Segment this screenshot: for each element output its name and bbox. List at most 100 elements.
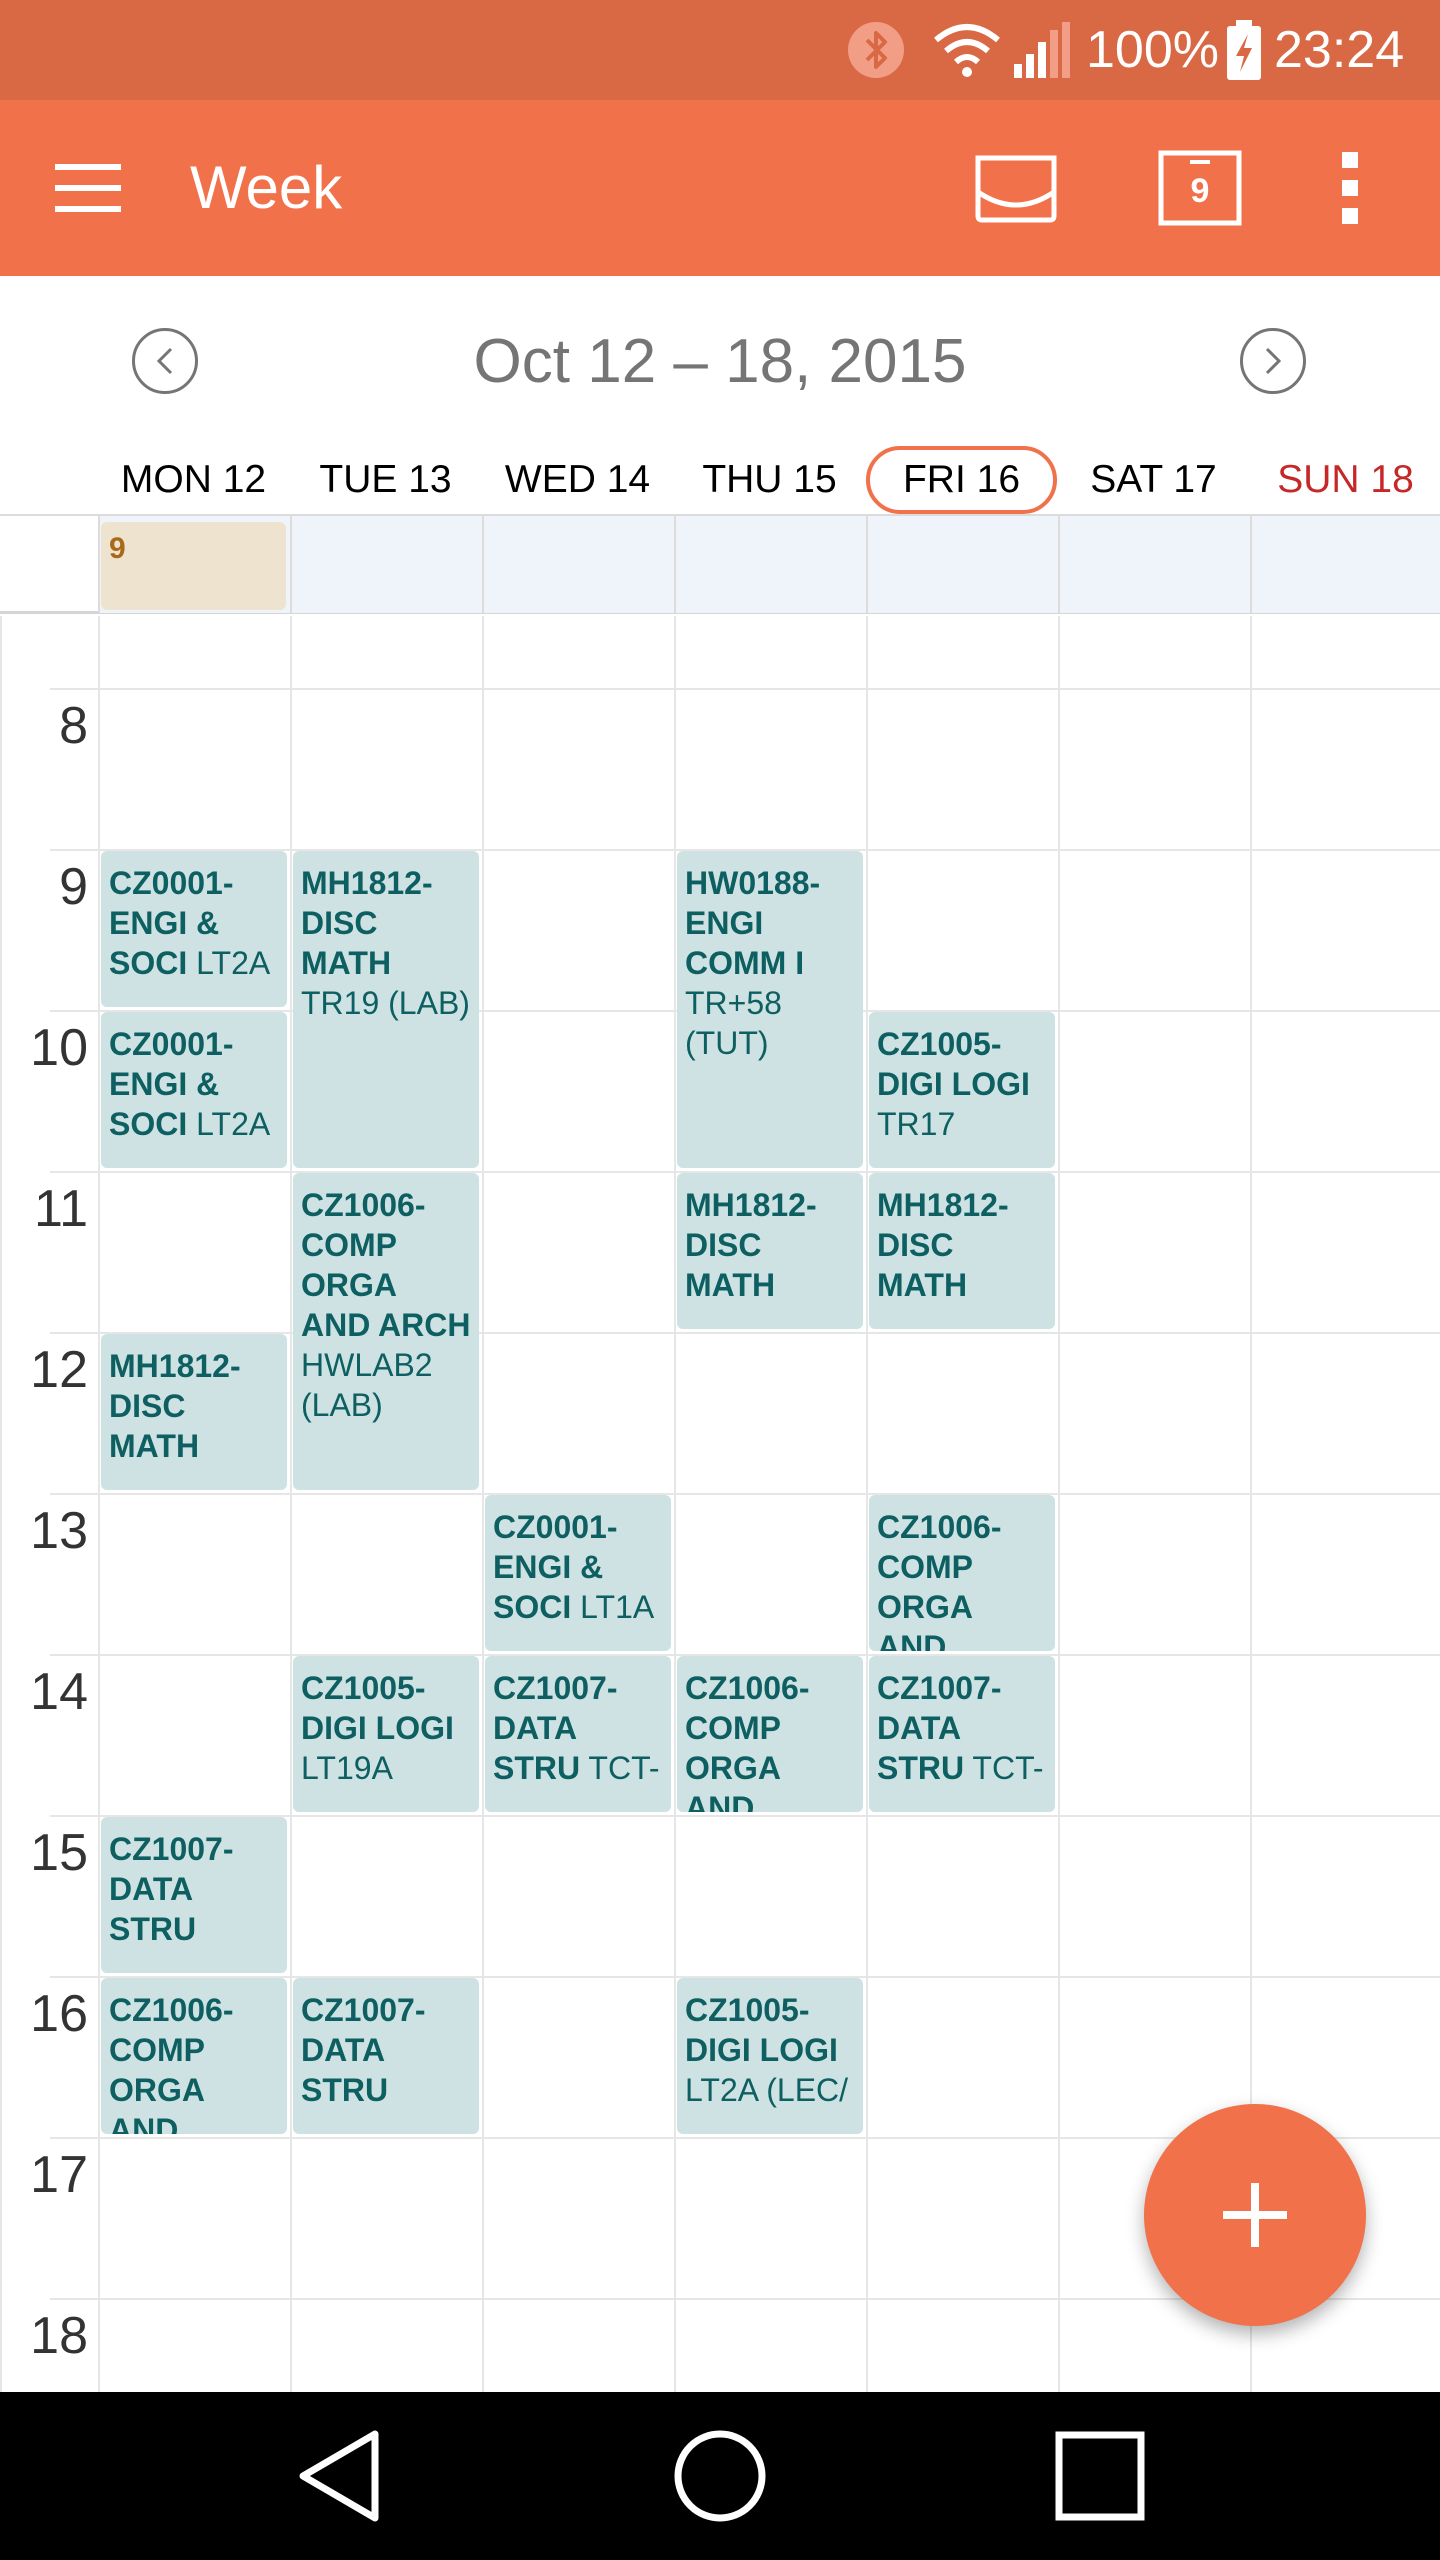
event-location: LT2A (LEC/ xyxy=(685,2072,849,2108)
day-gridline xyxy=(674,616,676,2392)
event-title: DIGI LOGI xyxy=(877,1066,1030,1102)
all-day-row: 9 xyxy=(0,514,1440,614)
event-title: COMP ORGA AND xyxy=(685,1710,781,1812)
bluetooth-icon xyxy=(846,0,906,100)
hour-label: 14 xyxy=(30,1663,88,1721)
hour-gridline xyxy=(50,1493,1440,1495)
inbox-icon[interactable] xyxy=(966,138,1066,238)
event-block[interactable]: CZ1005- DIGI LOGI LT2A (LEC/ xyxy=(677,1978,863,2134)
signal-icon xyxy=(1012,0,1072,100)
event-title: DISC MATH xyxy=(109,1388,200,1464)
hour-label: 15 xyxy=(30,1824,88,1882)
hour-label: 10 xyxy=(30,1019,88,1077)
hour-label: 11 xyxy=(34,1180,88,1238)
event-title: DIGI LOGI xyxy=(301,1710,454,1746)
hour-label: 16 xyxy=(30,1985,88,2043)
day-label-3[interactable]: THU 15 xyxy=(674,446,865,514)
event-block[interactable]: CZ1006- COMP ORGA AND ARCH HWLAB2 (LAB) xyxy=(293,1173,479,1490)
event-location: TCT- xyxy=(588,1750,660,1786)
event-block[interactable]: MH1812- DISC MATH xyxy=(101,1334,287,1490)
hour-label: 8 xyxy=(59,697,88,755)
hour-label: 9 xyxy=(59,858,88,916)
app-bar: Week 9 xyxy=(0,100,1440,276)
event-location: LT1A xyxy=(580,1589,655,1625)
event-title: DATA STRU xyxy=(301,2032,389,2108)
week-range[interactable]: Oct 12 – 18, 2015 xyxy=(0,326,1440,397)
event-block[interactable]: CZ1005- DIGI LOGI TR17 xyxy=(869,1012,1055,1168)
day-label-6[interactable]: SUN 18 xyxy=(1250,446,1440,514)
all-day-cell[interactable] xyxy=(866,516,1058,613)
event-code: CZ1007- xyxy=(493,1670,618,1706)
all-day-cell[interactable] xyxy=(482,516,674,613)
event-location: LT2A xyxy=(196,945,271,981)
event-title: DISC MATH xyxy=(685,1227,776,1303)
day-gridline xyxy=(482,616,484,2392)
event-code: CZ1007- xyxy=(301,1992,426,2028)
plus-icon xyxy=(1223,2183,1287,2247)
event-code: CZ1005- xyxy=(301,1670,426,1706)
event-block[interactable]: CZ1007- DATA STRU xyxy=(293,1978,479,2134)
back-icon[interactable] xyxy=(240,2392,440,2560)
day-header-row: MON 12 TUE 13 WED 14 THU 15 FRI 16 SAT 17 SUN … xyxy=(0,446,1440,514)
event-block[interactable]: CZ0001- ENGI & SOCI LT1A xyxy=(485,1495,671,1651)
day-label-4[interactable]: FRI 16 xyxy=(866,446,1057,514)
status-bar: 100% 23:24 xyxy=(0,0,1440,100)
menu-icon[interactable] xyxy=(38,138,138,238)
event-location: HWLAB2 (LAB) xyxy=(301,1347,433,1423)
event-title: DATA STRU xyxy=(493,1710,581,1786)
event-block[interactable]: CZ1005- DIGI LOGI LT19A xyxy=(293,1656,479,1812)
hour-label: 12 xyxy=(30,1341,88,1399)
event-block[interactable]: MH1812- DISC MATH TR19 (LAB) xyxy=(293,851,479,1168)
event-location: LT2A xyxy=(196,1106,271,1142)
event-code: CZ1006- xyxy=(301,1187,426,1223)
event-title: ENGI COMM I xyxy=(685,905,805,981)
all-day-cell[interactable] xyxy=(674,516,866,613)
day-label-0[interactable]: MON 12 xyxy=(98,446,289,514)
event-block[interactable]: CZ1007- DATA STRU xyxy=(101,1817,287,1973)
event-code: CZ1006- xyxy=(109,1992,234,2028)
event-code: CZ0001- xyxy=(109,1026,234,1062)
event-title: COMP ORGA AND xyxy=(877,1549,973,1651)
event-code: CZ0001- xyxy=(493,1509,618,1545)
event-title: DIGI LOGI xyxy=(685,2032,838,2068)
wifi-icon xyxy=(932,0,1002,100)
event-block[interactable]: CZ1006- COMP ORGA AND xyxy=(677,1656,863,1812)
day-label-5[interactable]: SAT 17 xyxy=(1058,446,1249,514)
day-gridline xyxy=(290,616,292,2392)
event-code: MH1812- xyxy=(109,1348,241,1384)
next-week-button[interactable] xyxy=(1240,328,1306,394)
event-block[interactable]: CZ0001- ENGI & SOCI LT2A xyxy=(101,1012,287,1168)
event-location: TR+58 (TUT) xyxy=(685,985,782,1061)
event-block[interactable]: CZ0001- ENGI & SOCI LT2A xyxy=(101,851,287,1007)
event-code: CZ1005- xyxy=(877,1026,1002,1062)
today-icon[interactable]: 9 xyxy=(1150,138,1250,238)
all-day-event[interactable]: 9 xyxy=(101,522,286,610)
today-badge: 9 xyxy=(1190,172,1210,210)
home-icon[interactable] xyxy=(620,2392,820,2560)
event-block[interactable]: HW0188- ENGI COMM I TR+58 (TUT) xyxy=(677,851,863,1168)
event-location: TR19 (LAB) xyxy=(301,985,470,1021)
recents-icon[interactable] xyxy=(1000,2392,1200,2560)
event-block[interactable]: MH1812- DISC MATH xyxy=(869,1173,1055,1329)
event-block[interactable]: CZ1007- DATA STRU TCT- xyxy=(869,1656,1055,1812)
add-event-button[interactable] xyxy=(1144,2104,1366,2326)
day-gridline xyxy=(1058,616,1060,2392)
hour-label: 18 xyxy=(30,2307,88,2365)
event-block[interactable]: CZ1006- COMP ORGA AND xyxy=(101,1978,287,2134)
event-code: MH1812- xyxy=(685,1187,817,1223)
day-gridline xyxy=(98,616,100,2392)
event-block[interactable]: CZ1007- DATA STRU TCT- xyxy=(485,1656,671,1812)
day-label-2[interactable]: WED 14 xyxy=(482,446,673,514)
event-title: DATA STRU xyxy=(877,1710,965,1786)
event-block[interactable]: CZ1006- COMP ORGA AND xyxy=(869,1495,1055,1651)
event-block[interactable]: MH1812- DISC MATH xyxy=(677,1173,863,1329)
event-title: COMP ORGA AND ARCH xyxy=(301,1227,471,1343)
event-code: CZ1007- xyxy=(109,1831,234,1867)
all-day-cell[interactable] xyxy=(1250,516,1440,613)
day-gridline xyxy=(866,616,868,2392)
day-label-1[interactable]: TUE 13 xyxy=(290,446,481,514)
all-day-cell[interactable] xyxy=(1058,516,1250,613)
overflow-icon[interactable] xyxy=(1300,138,1400,238)
event-location: TR17 xyxy=(877,1106,956,1142)
all-day-cell[interactable] xyxy=(290,516,482,613)
